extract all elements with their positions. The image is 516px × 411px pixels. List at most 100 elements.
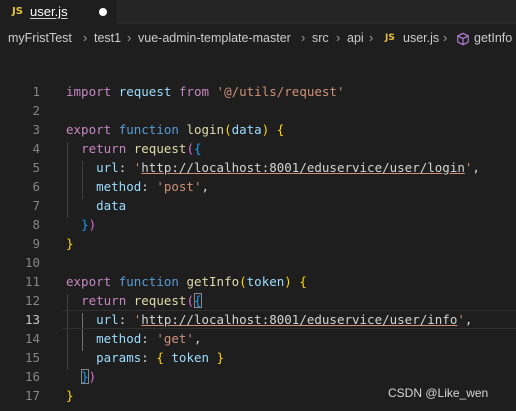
code-line[interactable]: 8 }) (0, 215, 516, 234)
line-number: 3 (32, 122, 40, 137)
code-token: url (96, 312, 119, 327)
tab-bar: JS user.js (0, 0, 516, 24)
line-number: 16 (24, 369, 40, 384)
code-text[interactable]: method: 'post', (66, 177, 209, 196)
line-number: 15 (24, 350, 40, 365)
code-editor[interactable]: 1 import request from '@/utils/request' 2 3… (0, 50, 516, 411)
code-token: { (193, 141, 202, 156)
code-line[interactable]: 12 return request({ (0, 291, 516, 310)
code-token: { (299, 274, 307, 289)
code-text[interactable]: url: 'http://localhost:8001/eduservice/u… (66, 158, 480, 177)
code-token: url (96, 160, 119, 175)
code-text[interactable]: } (66, 386, 74, 405)
code-token: , (193, 331, 202, 346)
code-token: } (81, 369, 89, 384)
code-token: login (186, 122, 225, 137)
chevron-right-icon: › (336, 30, 341, 45)
method-symbol-icon (457, 32, 469, 46)
line-number: 8 (32, 217, 40, 232)
code-token: http://localhost:8001/eduservice/user/in… (141, 312, 458, 327)
code-line[interactable]: 10 (0, 253, 516, 272)
code-line[interactable]: 16 }) (0, 367, 516, 386)
chevron-right-icon: › (369, 30, 374, 45)
code-token: 'get' (156, 331, 194, 346)
code-token: } (66, 388, 74, 403)
code-token: } (81, 217, 89, 232)
code-text[interactable]: params: { token } (66, 348, 224, 367)
javascript-file-icon: JS (385, 33, 395, 43)
line-number: 1 (32, 84, 40, 99)
tab-user-js[interactable]: JS user.js (0, 0, 117, 24)
code-line[interactable]: 2 (0, 101, 516, 120)
code-line[interactable]: 15 params: { token } (0, 348, 516, 367)
code-text[interactable]: return request({ (66, 291, 202, 310)
code-token: , (201, 179, 210, 194)
code-text[interactable]: export function login(data) { (66, 120, 284, 139)
line-number: 14 (24, 331, 40, 346)
code-text[interactable]: return request({ (66, 139, 202, 158)
code-line[interactable]: 9} (0, 234, 516, 253)
code-line[interactable]: 3 export function login(data) { (0, 120, 516, 139)
tab-title[interactable]: user.js (30, 4, 68, 19)
code-text[interactable]: }) (66, 215, 96, 234)
chevron-right-icon: › (83, 30, 88, 45)
code-token: token (171, 350, 210, 365)
code-token: ) (88, 217, 97, 232)
code-text[interactable]: url: 'http://localhost:8001/eduservice/u… (66, 310, 472, 329)
code-token: http://localhost:8001/eduservice/user/lo… (141, 160, 465, 175)
breadcrumb-item-symbol[interactable]: getInfo (474, 31, 512, 45)
code-line[interactable]: 14 method: 'get', (0, 329, 516, 348)
code-token: , (472, 160, 480, 175)
code-token: return (81, 293, 127, 308)
breadcrumb-item-myfristtest[interactable]: myFristTest (8, 31, 72, 45)
code-token: '@/utils/request' (216, 84, 345, 99)
breadcrumb-item-src[interactable]: src (312, 31, 329, 45)
breadcrumb-item-api[interactable]: api (347, 31, 364, 45)
unsaved-changes-dot-icon[interactable] (99, 8, 107, 16)
breadcrumb: myFristTest › test1 › vue-admin-template… (0, 28, 516, 50)
breadcrumb-item-vue-admin-template-master[interactable]: vue-admin-template-master (138, 31, 291, 45)
breadcrumb-item-test1[interactable]: test1 (94, 31, 121, 45)
line-number: 2 (32, 103, 40, 118)
code-text[interactable]: data (66, 196, 126, 215)
code-token: , (464, 312, 473, 327)
chevron-right-icon: › (301, 30, 306, 45)
code-line[interactable]: 5 url: 'http://localhost:8001/eduservice… (0, 158, 516, 177)
code-token: ( (186, 141, 194, 156)
code-token: request (133, 293, 187, 308)
code-token: from (178, 84, 210, 99)
code-token: ' (457, 312, 465, 327)
code-token: ( (186, 293, 194, 308)
code-token: token (246, 274, 285, 289)
code-token: export (66, 274, 112, 289)
code-token: ( (239, 274, 247, 289)
code-line[interactable]: 13 url: 'http://localhost:8001/eduservic… (0, 310, 516, 329)
code-text[interactable]: }) (66, 367, 96, 386)
code-line[interactable]: 1 import request from '@/utils/request' (0, 82, 516, 101)
code-token: : (118, 312, 134, 327)
breadcrumb-item-file[interactable]: user.js (403, 31, 439, 45)
code-line[interactable]: 7 data (0, 196, 516, 215)
line-number: 7 (32, 198, 40, 213)
code-line[interactable]: 6 method: 'post', (0, 177, 516, 196)
line-number: 9 (32, 236, 40, 251)
code-text[interactable]: import request from '@/utils/request' (66, 82, 344, 101)
code-line[interactable]: 11 export function getInfo(token) { (0, 272, 516, 291)
code-text[interactable]: method: 'get', (66, 329, 202, 348)
code-line[interactable]: 4 return request({ (0, 139, 516, 158)
code-token: : (141, 179, 157, 194)
code-text[interactable]: } (66, 234, 74, 253)
code-text[interactable]: export function getInfo(token) { (66, 272, 307, 291)
line-number: 13 (24, 312, 40, 327)
